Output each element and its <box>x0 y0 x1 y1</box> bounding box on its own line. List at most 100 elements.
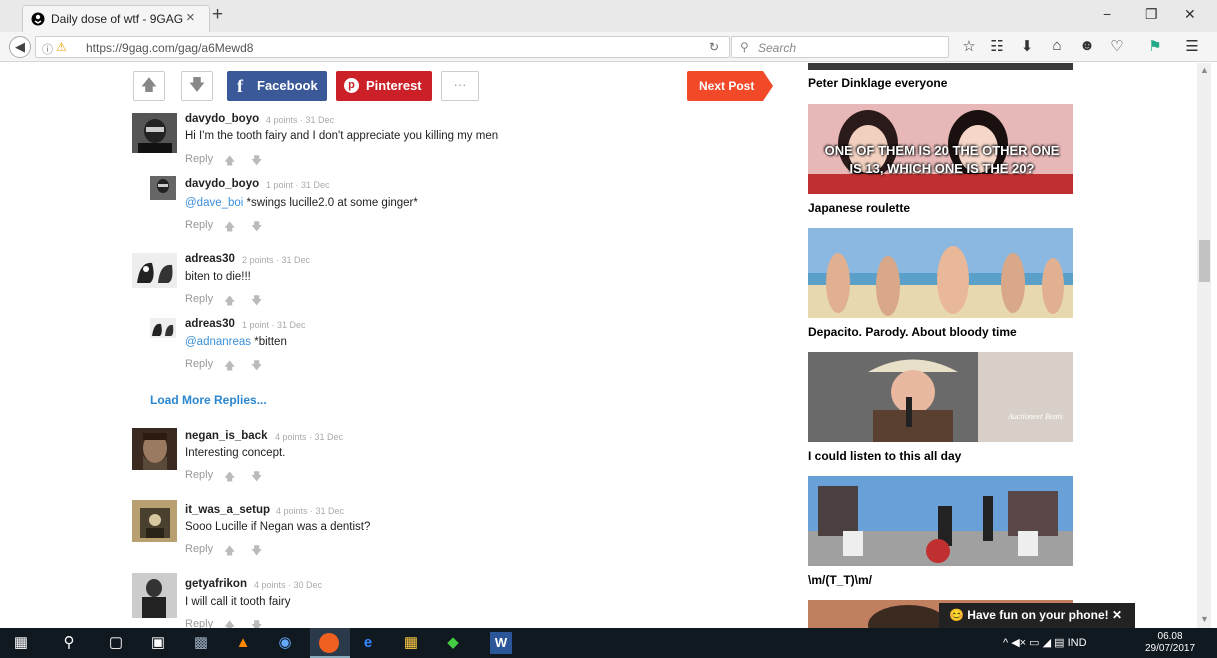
comment-username[interactable]: negan_is_back <box>185 430 267 442</box>
info-icon[interactable]: ⓘ <box>42 41 53 57</box>
reply-link[interactable]: Reply <box>185 543 213 555</box>
upvote-icon[interactable]: 🡅 <box>224 542 235 561</box>
upvote-icon[interactable]: 🡅 <box>224 357 235 376</box>
comment-text: @dave_boi *swings lucille2.0 at some gin… <box>185 197 418 209</box>
downvote-icon[interactable]: 🡇 <box>251 468 262 487</box>
search-icon[interactable]: ⚲ <box>58 632 80 654</box>
vlc-icon[interactable]: ▲ <box>232 632 254 654</box>
downvote-button[interactable]: 🡇 <box>181 71 213 101</box>
browser-tab[interactable]: Daily dose of wtf - 9GAG × <box>22 5 210 32</box>
tab-close-icon[interactable]: × <box>186 9 195 26</box>
file-explorer-icon[interactable]: ▦ <box>400 632 422 654</box>
app-icon-2[interactable]: ◆ <box>442 632 464 654</box>
downvote-icon[interactable]: 🡇 <box>251 357 262 376</box>
firefox-active-icon[interactable] <box>310 628 350 658</box>
reload-icon[interactable]: ↻ <box>709 40 719 54</box>
sidebar-thumbnail[interactable]: ONE OF THEM IS 20 THE OTHER ONE IS 13, W… <box>808 104 1073 194</box>
avatar[interactable] <box>150 318 176 338</box>
windows-start-icon[interactable]: ▦ <box>10 632 32 654</box>
downloads-icon[interactable]: ⬇ <box>1017 37 1037 55</box>
comment-username[interactable]: adreas30 <box>185 253 235 265</box>
comment-username[interactable]: davydo_boyo <box>185 178 259 190</box>
sidebar-item-title[interactable]: \m/(T_T)\m/ <box>808 573 872 587</box>
mention-link[interactable]: @adnanreas <box>185 336 251 348</box>
have-fun-toast[interactable]: 😊 Have fun on your phone! ✕ <box>939 603 1135 628</box>
more-options-button[interactable]: ··· <box>441 71 479 101</box>
bookmark-star-icon[interactable]: ☆ <box>959 37 979 55</box>
downvote-icon[interactable]: 🡇 <box>251 617 262 628</box>
avatar[interactable] <box>132 113 177 153</box>
downvote-icon[interactable]: 🡇 <box>251 218 262 237</box>
language-indicator[interactable]: IND <box>1068 637 1087 649</box>
sidebar-thumbnail[interactable] <box>808 228 1073 318</box>
app-icon[interactable]: ◉ <box>274 632 296 654</box>
word-icon[interactable]: W <box>490 632 512 654</box>
comment-username[interactable]: it_was_a_setup <box>185 504 270 516</box>
restore-button[interactable]: ❐ <box>1145 6 1158 23</box>
comment-username[interactable]: davydo_boyo <box>185 113 259 125</box>
next-post-label[interactable]: Next Post <box>699 79 754 93</box>
sidebar-item-title[interactable]: I could listen to this all day <box>808 449 961 463</box>
store-icon[interactable]: ▣ <box>147 632 169 654</box>
sidebar-thumbnail[interactable] <box>808 476 1073 566</box>
addon-icon[interactable]: ⚑ <box>1145 37 1165 55</box>
home-icon[interactable]: ⌂ <box>1047 37 1067 54</box>
scrollbar-thumb[interactable] <box>1199 240 1210 282</box>
scroll-down-icon[interactable]: ▼ <box>1200 614 1209 624</box>
close-window-button[interactable]: ✕ <box>1184 6 1196 23</box>
avatar[interactable] <box>132 573 177 618</box>
upvote-icon[interactable]: 🡅 <box>224 292 235 311</box>
back-button[interactable]: ◀ <box>9 36 31 58</box>
mention-link[interactable]: @dave_boi <box>185 197 243 209</box>
facebook-icon: f <box>237 76 243 96</box>
reply-link[interactable]: Reply <box>185 469 213 481</box>
edge-icon[interactable]: e <box>357 632 379 654</box>
chat-icon[interactable]: ☻ <box>1077 37 1097 54</box>
bookmarks-list-icon[interactable]: ☷ <box>987 37 1007 55</box>
reply-link[interactable]: Reply <box>185 618 213 628</box>
load-more-replies-link[interactable]: Load More Replies... <box>150 393 267 407</box>
sidebar-image-caption: Auctioneer Beats <box>1008 412 1063 421</box>
address-bar[interactable]: ⓘ ⚠ https://9gag.com/gag/a6Mewd8 ↻ <box>35 36 730 58</box>
sidebar-item-title[interactable]: Japanese roulette <box>808 201 910 215</box>
insecure-lock-icon[interactable]: ⚠ <box>56 40 67 54</box>
url-text[interactable]: https://9gag.com/gag/a6Mewd8 <box>86 41 253 55</box>
avatar[interactable] <box>132 253 177 288</box>
search-bar[interactable]: ⚲ Search <box>731 36 949 58</box>
reply-link[interactable]: Reply <box>185 293 213 305</box>
reply-link[interactable]: Reply <box>185 153 213 165</box>
upvote-icon[interactable]: 🡅 <box>224 218 235 237</box>
new-tab-button[interactable]: + <box>212 4 223 26</box>
system-tray[interactable]: ^ ◀× ▭ ◢ ▤ IND <box>1003 636 1087 649</box>
avatar[interactable] <box>132 428 177 470</box>
downvote-icon[interactable]: 🡇 <box>251 292 262 311</box>
upvote-button[interactable]: 🡅 <box>133 71 165 101</box>
upvote-icon[interactable]: 🡅 <box>224 152 235 171</box>
upvote-icon[interactable]: 🡅 <box>224 468 235 487</box>
scroll-up-icon[interactable]: ▲ <box>1200 65 1209 75</box>
sidebar-thumbnail[interactable]: Auctioneer Beats <box>808 352 1073 442</box>
reply-link[interactable]: Reply <box>185 358 213 370</box>
sidebar-item-title[interactable]: Peter Dinklage everyone <box>808 76 947 90</box>
avatar[interactable] <box>132 500 177 542</box>
sidebar-thumbnail[interactable] <box>808 63 1073 70</box>
upvote-icon[interactable]: 🡅 <box>224 617 235 628</box>
avatar[interactable] <box>150 176 176 200</box>
downvote-icon[interactable]: 🡇 <box>251 152 262 171</box>
downvote-icon[interactable]: 🡇 <box>251 542 262 561</box>
minimize-button[interactable]: − <box>1103 6 1111 22</box>
reply-link[interactable]: Reply <box>185 219 213 231</box>
page-scrollbar[interactable]: ▲ ▼ <box>1197 63 1211 628</box>
pinterest-share-button[interactable]: p Pinterest <box>336 71 432 101</box>
comment-username[interactable]: adreas30 <box>185 318 235 330</box>
avatar-image <box>132 573 177 618</box>
task-view-icon[interactable]: ▢ <box>105 632 127 654</box>
sidebar-item-title[interactable]: Depacito. Parody. About bloody time <box>808 325 1017 339</box>
pocket-icon[interactable]: ♡ <box>1107 37 1127 55</box>
clock[interactable]: 06.08 29/07/2017 <box>1145 631 1195 655</box>
facebook-share-button[interactable]: f Facebook <box>227 71 327 101</box>
avatar-image <box>132 500 177 542</box>
comment-username[interactable]: getyafrikon <box>185 578 247 590</box>
menu-icon[interactable]: ☰ <box>1182 37 1202 55</box>
photos-icon[interactable]: ▩ <box>190 632 212 654</box>
